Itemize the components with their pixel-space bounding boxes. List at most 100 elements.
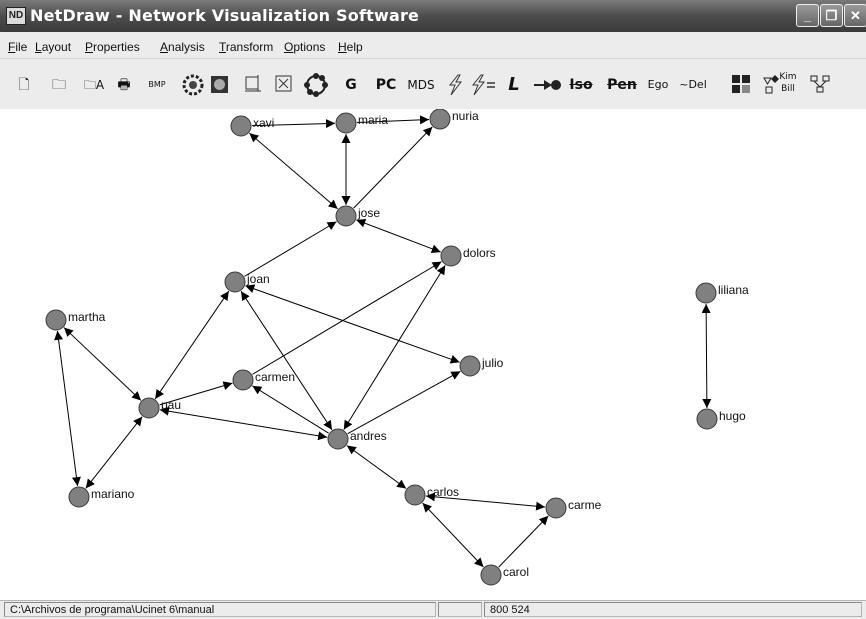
tree-icon[interactable] <box>809 73 831 97</box>
edge-martha-pau[interactable] <box>63 327 142 401</box>
node-label-liliana: liliana <box>718 283 749 297</box>
edge-pau-mariano[interactable] <box>85 416 143 489</box>
kim-bill-shapes-icon[interactable] <box>762 73 780 97</box>
node-label-pau: pau <box>161 398 181 412</box>
edge-andres-julio[interactable] <box>347 370 461 435</box>
edge-jose-dolors[interactable] <box>356 218 441 254</box>
node-attributes-icon[interactable] <box>243 73 263 95</box>
edge-liliana-hugo[interactable] <box>701 303 712 409</box>
edge-carol-carme[interactable] <box>498 515 549 568</box>
status-dimensions: 800 524 <box>484 602 862 617</box>
iso-button[interactable]: Iso <box>565 73 597 97</box>
l-button[interactable]: L <box>506 73 522 97</box>
print-icon[interactable]: 🖶 <box>113 73 135 97</box>
node-carme[interactable] <box>545 497 567 519</box>
node-xavi[interactable] <box>230 115 252 137</box>
network-canvas[interactable]: xavi maria nuria jose dolors joan martha lilian… <box>0 109 866 600</box>
node-label-xavi: xavi <box>253 116 274 130</box>
edge-jose-nuria[interactable] <box>353 126 433 209</box>
app-window: ND NetDraw - Network Visualization Softw… <box>0 0 866 619</box>
menu-properties[interactable]: Properties <box>85 40 140 54</box>
menu-bar: File Layout Properties Analysis Transfor… <box>0 32 866 59</box>
close-button[interactable]: ✕ <box>844 4 866 27</box>
network-graph[interactable]: xavi maria nuria jose dolors joan martha lilian… <box>0 109 866 600</box>
edge-joan-julio[interactable] <box>245 284 460 364</box>
edge-joan-jose[interactable] <box>244 221 337 277</box>
kim-label[interactable]: Kim <box>779 71 797 83</box>
node-carol[interactable] <box>480 564 502 586</box>
node-label-andres: andres <box>350 429 387 443</box>
title-bar[interactable]: ND NetDraw - Network Visualization Softw… <box>0 0 866 32</box>
node-mariano[interactable] <box>68 486 90 508</box>
node-dolors[interactable] <box>440 245 462 267</box>
menu-help[interactable]: Help <box>338 40 363 54</box>
menu-layout[interactable]: Layout <box>35 40 71 54</box>
restore-button[interactable]: ❐ <box>820 4 843 27</box>
node-joan[interactable] <box>224 271 246 293</box>
spring-embed-icon[interactable] <box>178 71 208 99</box>
menu-options[interactable]: Options <box>284 40 325 54</box>
node-label-maria: maria <box>358 113 388 127</box>
node-liliana[interactable] <box>695 282 717 304</box>
node-label-martha: martha <box>68 310 106 324</box>
node-label-julio: julio <box>481 356 504 370</box>
node-label-carme: carme <box>568 498 602 512</box>
edge-joan-pau[interactable] <box>154 290 230 400</box>
status-middle <box>438 602 482 617</box>
edge-pau-andres[interactable] <box>159 406 328 441</box>
open-attributes-icon[interactable]: 🗀A <box>80 73 108 97</box>
minimize-button[interactable]: _ <box>796 4 819 27</box>
menu-transform[interactable]: Transform <box>219 40 273 54</box>
pen-button[interactable]: Pen <box>603 73 641 97</box>
node-label-joan: joan <box>246 272 270 286</box>
zoom-box-icon[interactable] <box>274 73 294 95</box>
mds-button[interactable]: MDS <box>405 73 437 97</box>
edge-martha-mariano[interactable] <box>54 330 81 487</box>
node-hugo[interactable] <box>696 408 718 430</box>
node-martha[interactable] <box>45 309 67 331</box>
ego-button[interactable]: Ego <box>645 73 671 97</box>
del-button[interactable]: ~Del <box>677 73 709 97</box>
node-label-hugo: hugo <box>719 409 746 423</box>
save-bmp-icon[interactable]: BMP <box>144 73 170 97</box>
node-label-dolors: dolors <box>463 246 496 260</box>
edge-andres-carmen[interactable] <box>252 385 329 434</box>
matrix-icon[interactable] <box>731 74 751 96</box>
circle-layout-icon[interactable] <box>302 71 330 99</box>
node-carlos[interactable] <box>404 484 426 506</box>
lightning-layout-icon[interactable] <box>444 73 466 97</box>
node-label-carol: carol <box>503 565 529 579</box>
open-network-icon[interactable]: 🗀 <box>48 73 70 97</box>
node-carmen[interactable] <box>232 369 254 391</box>
node-label-carlos: carlos <box>427 485 459 499</box>
nodes-layer: xavi maria nuria jose dolors joan martha lilian… <box>45 109 749 586</box>
edge-carlos-carol[interactable] <box>422 502 484 568</box>
menu-analysis[interactable]: Analysis <box>160 40 205 54</box>
new-file-icon[interactable]: 🗋 <box>14 73 34 97</box>
toolbar: 🗋 🗀 🗀A 🖶 BMP G PC MDS L Iso Pen Ego ~Del… <box>0 59 866 109</box>
netdraw-app-icon[interactable]: ND <box>6 7 26 25</box>
status-path: C:\Archivos de programa\Ucinet 6\manual <box>4 602 436 617</box>
edge-xavi-jose[interactable] <box>249 132 338 210</box>
node-circle-icon[interactable] <box>210 74 230 96</box>
window-title: NetDraw - Network Visualization Software <box>30 6 420 25</box>
node-label-carmen: carmen <box>255 370 295 384</box>
node-julio[interactable] <box>459 355 481 377</box>
node-label-jose: jose <box>357 206 380 220</box>
bill-label[interactable]: Bill <box>779 83 797 95</box>
lightning-equal-icon[interactable] <box>469 73 499 97</box>
node-label-mariano: mariano <box>91 487 135 501</box>
g-button[interactable]: G <box>342 73 360 97</box>
node-maria[interactable] <box>335 112 357 134</box>
status-bar: C:\Archivos de programa\Ucinet 6\manual … <box>0 600 866 619</box>
node-pau[interactable] <box>138 397 160 419</box>
node-label-nuria: nuria <box>452 109 479 123</box>
pc-button[interactable]: PC <box>371 73 401 97</box>
menu-file[interactable]: File <box>8 40 27 54</box>
node-andres[interactable] <box>327 428 349 450</box>
edges-layer <box>54 115 712 568</box>
arrow-node-icon[interactable] <box>532 75 562 95</box>
edge-andres-carlos[interactable] <box>346 445 407 489</box>
node-nuria[interactable] <box>429 109 451 130</box>
node-jose[interactable] <box>335 205 357 227</box>
